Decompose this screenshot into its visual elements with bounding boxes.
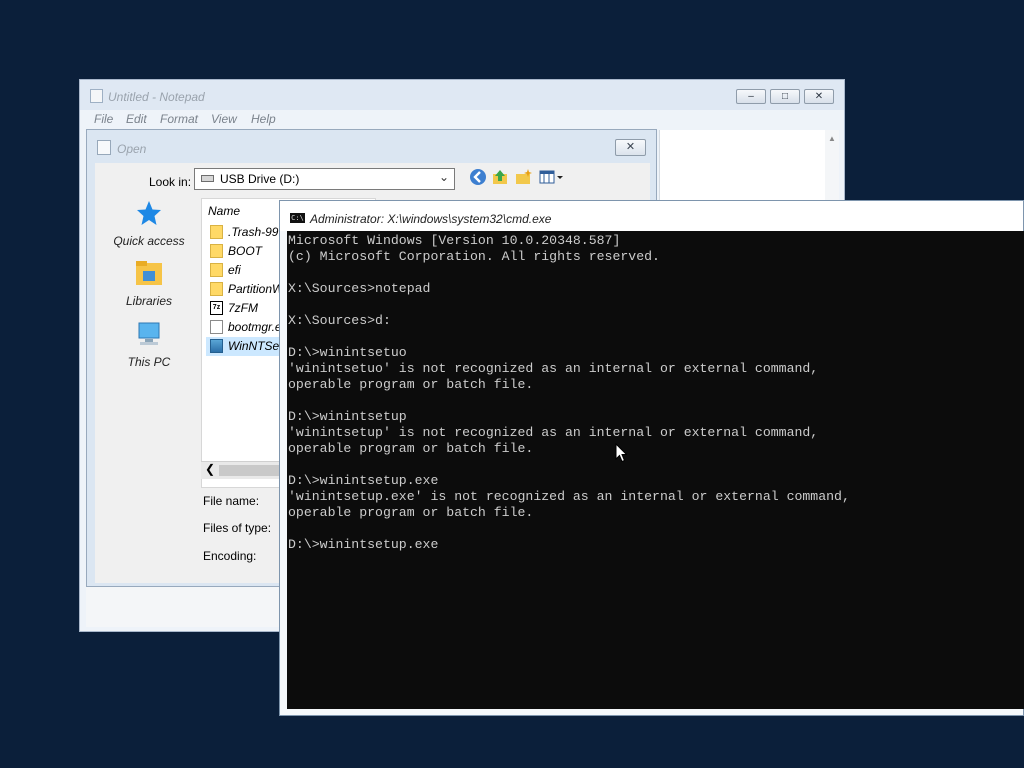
console-line: operable program or batch file.	[288, 377, 534, 392]
files-of-type-label: Files of type:	[203, 521, 272, 535]
look-in-dropdown[interactable]: USB Drive (D:) ⌄	[194, 168, 455, 190]
console-line: 'winintsetup' is not recognized as an in…	[288, 425, 819, 440]
encoding-label: Encoding:	[203, 549, 257, 563]
console-line: D:\>winintsetup.exe	[288, 473, 439, 488]
console-line: X:\Sources>notepad	[288, 281, 431, 296]
look-in-value: USB Drive (D:)	[220, 172, 300, 186]
view-menu-icon[interactable]	[539, 168, 565, 186]
notepad-status-area	[86, 586, 286, 627]
7zip-icon: 7z	[210, 301, 223, 315]
libraries-icon	[136, 261, 162, 285]
new-folder-icon[interactable]	[515, 168, 533, 186]
dialog-close-button[interactable]: ✕	[615, 139, 646, 156]
notepad-title-bar[interactable]: Untitled - Notepad – □ ✕	[80, 80, 844, 110]
mouse-pointer-icon	[615, 443, 627, 463]
console-output[interactable]: Microsoft Windows [Version 10.0.20348.58…	[287, 231, 1024, 709]
application-icon	[210, 339, 223, 353]
file-icon	[210, 320, 223, 334]
console-text: Microsoft Windows [Version 10.0.20348.58…	[287, 231, 1024, 553]
console-line: D:\>winintsetuo	[288, 345, 407, 360]
file-name-label: File name:	[203, 494, 260, 508]
usb-drive-icon	[201, 175, 214, 182]
console-line: D:\>winintsetup	[288, 409, 407, 424]
console-line: operable program or batch file.	[288, 441, 534, 456]
folder-icon	[210, 225, 223, 239]
look-in-label: Look in:	[149, 175, 192, 189]
scroll-left-icon[interactable]: ❮	[205, 462, 215, 476]
console-line: D:\>winintsetup.exe	[288, 537, 439, 552]
back-icon[interactable]	[469, 168, 487, 186]
notepad-icon	[97, 140, 111, 155]
console-line: (c) Microsoft Corporation. All rights re…	[288, 249, 660, 264]
cmd-window[interactable]: C:\ Administrator: X:\windows\system32\c…	[279, 200, 1024, 716]
place-label: Quick access	[113, 234, 185, 248]
cmd-title-bar[interactable]: C:\ Administrator: X:\windows\system32\c…	[280, 201, 1023, 231]
chevron-down-icon: ⌄	[439, 170, 450, 184]
place-libraries[interactable]: Libraries	[103, 259, 195, 308]
folder-icon	[210, 282, 223, 296]
computer-icon	[138, 322, 160, 345]
open-dialog-title: Open	[117, 142, 147, 156]
places-bar: Quick access Libraries This PC	[103, 199, 195, 459]
place-label: Libraries	[125, 294, 173, 308]
console-line: operable program or batch file.	[288, 505, 534, 520]
console-line: 'winintsetup.exe' is not recognized as a…	[288, 489, 850, 504]
cmd-icon: C:\	[290, 213, 305, 223]
maximize-button[interactable]: □	[770, 89, 800, 104]
folder-icon	[210, 263, 223, 277]
up-folder-icon[interactable]	[491, 168, 509, 186]
console-line: 'winintsetuo' is not recognized as an in…	[288, 361, 819, 376]
notepad-title: Untitled - Notepad	[108, 90, 205, 104]
place-this-pc[interactable]: This PC	[103, 320, 195, 369]
cmd-title: Administrator: X:\windows\system32\cmd.e…	[310, 212, 552, 226]
folder-icon	[210, 244, 223, 258]
place-quick-access[interactable]: Quick access	[103, 199, 195, 248]
menu-format[interactable]: Format	[160, 112, 198, 126]
menu-view[interactable]: View	[211, 112, 237, 126]
menu-edit[interactable]: Edit	[126, 112, 147, 126]
close-button[interactable]: ✕	[804, 89, 834, 104]
notepad-icon	[90, 89, 103, 103]
column-header-name[interactable]: Name	[208, 204, 240, 218]
scroll-up-icon[interactable]: ▲	[828, 134, 836, 143]
minimize-button[interactable]: –	[736, 89, 766, 104]
menu-help[interactable]: Help	[251, 112, 276, 126]
console-line: Microsoft Windows [Version 10.0.20348.58…	[288, 233, 621, 248]
console-line: X:\Sources>d:	[288, 313, 391, 328]
star-icon	[137, 201, 161, 225]
place-label: This PC	[127, 355, 171, 369]
menu-file[interactable]: File	[94, 112, 113, 126]
notepad-menu-bar: File Edit Format View Help	[80, 110, 844, 130]
